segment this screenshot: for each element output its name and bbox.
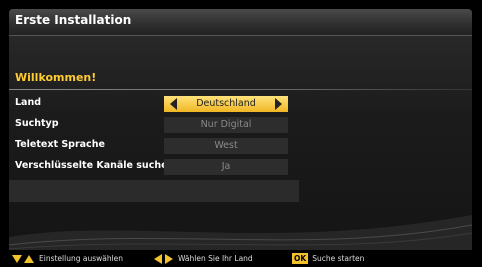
setting-row-encrypted[interactable]: Verschlüsselte Kanäle suchen Ja	[9, 159, 472, 175]
setting-value-box[interactable]: West	[164, 138, 288, 154]
hint-label: Suche starten	[312, 254, 365, 263]
setting-value: Deutschland	[196, 98, 256, 109]
hint-choose-country: Wählen Sie Ihr Land	[154, 252, 253, 265]
setting-row-suchtyp[interactable]: Suchtyp Nur Digital	[9, 117, 472, 133]
arrow-left-icon	[154, 253, 162, 264]
installation-panel: Erste Installation Willkommen! Land Deut…	[9, 9, 472, 257]
setting-value-box[interactable]: Ja	[164, 159, 288, 175]
setting-label: Suchtyp	[15, 118, 59, 129]
hint-label: Einstellung auswählen	[39, 254, 124, 263]
hint-select-setting: Einstellung auswählen	[12, 252, 123, 265]
setting-value: Nur Digital	[200, 119, 252, 130]
setting-row-teletext[interactable]: Teletext Sprache West	[9, 138, 472, 154]
setting-label: Teletext Sprache	[15, 139, 105, 150]
welcome-heading: Willkommen!	[15, 71, 97, 84]
setting-value: West	[214, 140, 238, 151]
arrow-right-icon	[165, 253, 173, 264]
arrow-left-icon[interactable]	[170, 98, 177, 110]
arrow-right-icon[interactable]	[275, 98, 282, 110]
setting-label: Verschlüsselte Kanäle suchen	[15, 160, 175, 171]
title-bar: Erste Installation	[9, 9, 472, 36]
footer-hints: Einstellung auswählen Wählen Sie Ihr Lan…	[0, 250, 482, 267]
country-selector[interactable]: Deutschland	[164, 96, 288, 112]
window-title: Erste Installation	[15, 13, 132, 27]
arrow-up-icon	[24, 254, 34, 263]
hint-start-search: OK Suche starten	[292, 252, 364, 265]
ok-key-icon: OK	[292, 253, 309, 264]
setting-label: Land	[15, 97, 42, 108]
tv-screen: Erste Installation Willkommen! Land Deut…	[0, 0, 482, 267]
setting-value-box[interactable]: Nur Digital	[164, 117, 288, 133]
setting-row-land[interactable]: Land Deutschland	[9, 96, 472, 112]
setting-value: Ja	[221, 161, 231, 172]
background-swoosh	[9, 215, 472, 257]
hint-label: Wählen Sie Ihr Land	[178, 254, 253, 263]
divider	[9, 89, 472, 90]
arrow-down-icon	[12, 254, 22, 263]
